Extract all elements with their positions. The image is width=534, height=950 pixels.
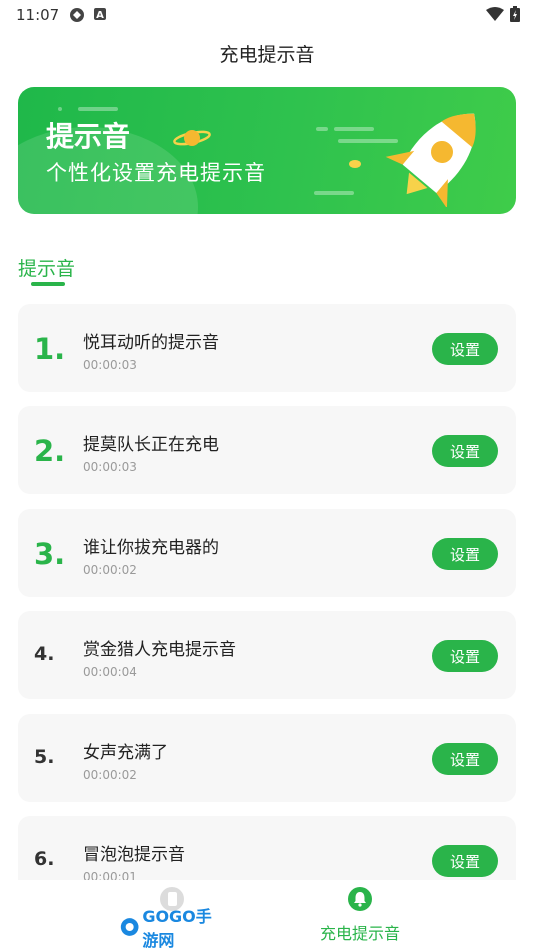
nav-tab-charging-sound[interactable]: 充电提示音 [270, 886, 450, 944]
item-duration: 00:00:03 [83, 460, 137, 474]
list-item[interactable]: 1. 悦耳动听的提示音 00:00:03 设置 [18, 304, 516, 392]
item-duration: 00:00:04 [83, 665, 137, 679]
set-button[interactable]: 设置 [432, 743, 498, 775]
promo-banner: 提示音 个性化设置充电提示音 [18, 87, 516, 214]
banner-decoration [58, 107, 62, 111]
sound-list: 1. 悦耳动听的提示音 00:00:03 设置 2. 提莫队长正在充电 00:0… [18, 304, 516, 880]
item-index: 3. [34, 537, 66, 571]
svg-text:A: A [96, 10, 104, 21]
item-duration: 00:00:03 [83, 358, 137, 372]
item-name: 提莫队长正在充电 [83, 435, 219, 455]
banner-decoration [314, 191, 354, 195]
set-button[interactable]: 设置 [432, 333, 498, 365]
tab-indicator [31, 282, 65, 286]
set-button[interactable]: 设置 [432, 538, 498, 570]
watermark-logo: GOGO手游网 [120, 907, 224, 950]
item-index: 2. [34, 434, 66, 468]
item-name: 悦耳动听的提示音 [83, 333, 219, 353]
logo-icon [120, 918, 139, 936]
banner-decoration [78, 107, 118, 111]
banner-subtitle: 个性化设置充电提示音 [46, 161, 266, 185]
rocket-icon [385, 113, 476, 207]
set-button[interactable]: 设置 [432, 845, 498, 877]
set-button[interactable]: 设置 [432, 640, 498, 672]
banner-decoration [334, 127, 374, 131]
status-bar: 11:07 A [0, 0, 534, 30]
item-duration: 00:00:01 [83, 870, 137, 880]
item-name: 赏金猎人充电提示音 [83, 640, 236, 660]
bell-icon [347, 887, 373, 916]
nav-label-charging-sound: 充电提示音 [319, 924, 400, 943]
planet-icon [173, 130, 211, 146]
sync-icon [69, 7, 85, 23]
list-item[interactable]: 4. 赏金猎人充电提示音 00:00:04 设置 [18, 611, 516, 699]
bottom-nav: GOGO手游网 充电提示音 [0, 880, 534, 950]
item-name: 女声充满了 [83, 743, 168, 763]
star-icon [349, 160, 361, 168]
battery-icon [510, 6, 520, 26]
item-index: 4. [34, 643, 55, 665]
status-time: 11:07 [16, 6, 60, 24]
notification-a-icon: A [93, 7, 109, 23]
list-item[interactable]: 6. 冒泡泡提示音 00:00:01 设置 [18, 816, 516, 880]
watermark-text: GOGO手游网 [142, 907, 212, 950]
page-title: 充电提示音 [219, 44, 315, 66]
list-item[interactable]: 3. 谁让你拔充电器的 00:00:02 设置 [18, 509, 516, 597]
tab-sounds[interactable]: 提示音 [18, 254, 75, 281]
banner-title: 提示音 [46, 120, 131, 153]
wifi-icon [486, 7, 504, 25]
list-item[interactable]: 2. 提莫队长正在充电 00:00:03 设置 [18, 406, 516, 494]
item-name: 冒泡泡提示音 [83, 845, 185, 865]
item-duration: 00:00:02 [83, 768, 137, 782]
list-item[interactable]: 5. 女声充满了 00:00:02 设置 [18, 714, 516, 802]
item-index: 1. [34, 332, 66, 366]
item-name: 谁让你拔充电器的 [83, 538, 219, 558]
item-index: 5. [34, 746, 55, 768]
banner-decoration [316, 127, 328, 131]
set-button[interactable]: 设置 [432, 435, 498, 467]
item-index: 6. [34, 848, 55, 870]
item-duration: 00:00:02 [83, 563, 137, 577]
